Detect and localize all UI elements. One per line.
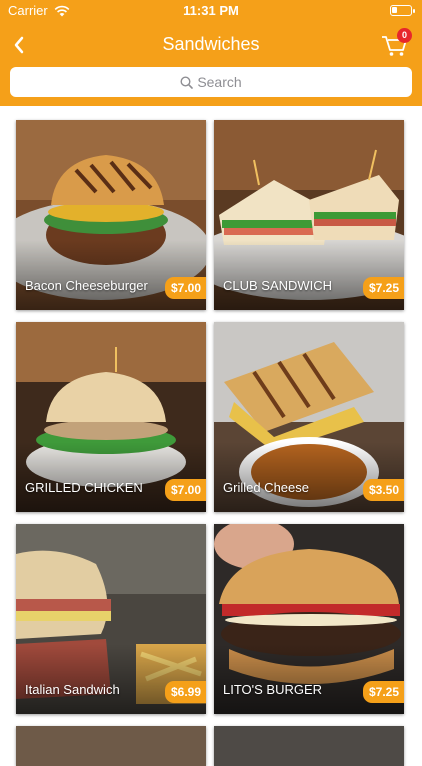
cart-button[interactable]: 0	[380, 28, 412, 60]
search-bar[interactable]: Search	[10, 67, 412, 97]
item-price: $7.00	[164, 277, 206, 299]
item-price: $7.00	[164, 479, 206, 501]
item-name: Bacon Cheeseburger	[25, 278, 148, 293]
header: Carrier 11:31 PM Sandwiches 0 Search	[0, 0, 422, 106]
product-card[interactable]: CLUB SANDWICH $7.25	[214, 120, 404, 310]
item-price: $3.50	[362, 479, 404, 501]
food-image	[214, 726, 404, 766]
clock: 11:31 PM	[183, 3, 239, 18]
item-name: Grilled Cheese	[223, 480, 309, 495]
product-card-partial[interactable]	[214, 726, 404, 766]
search-input[interactable]: Search	[197, 74, 241, 90]
cart-count-badge: 0	[397, 28, 412, 43]
item-price: $6.99	[164, 681, 206, 703]
item-price: $7.25	[362, 681, 404, 703]
search-icon	[180, 75, 194, 89]
product-card[interactable]: GRILLED CHICKEN $7.00	[16, 322, 206, 512]
product-card-partial[interactable]	[16, 726, 206, 766]
item-name: CLUB SANDWICH	[223, 278, 333, 293]
product-card[interactable]: LITO'S BURGER $7.25	[214, 524, 404, 714]
status-bar: Carrier 11:31 PM	[0, 0, 422, 22]
item-name: GRILLED CHICKEN	[25, 480, 143, 495]
page-title: Sandwiches	[162, 34, 260, 54]
item-price: $7.25	[362, 277, 404, 299]
nav-bar: Sandwiches 0	[0, 26, 422, 64]
item-name: LITO'S BURGER	[223, 682, 323, 697]
item-name: Italian Sandwich	[25, 682, 120, 697]
product-card[interactable]: Italian Sandwich $6.99	[16, 524, 206, 714]
product-card[interactable]: Bacon Cheeseburger $7.00	[16, 120, 206, 310]
food-image	[16, 726, 206, 766]
battery-icon	[390, 5, 415, 16]
product-card[interactable]: Grilled Cheese $3.50	[214, 322, 404, 512]
